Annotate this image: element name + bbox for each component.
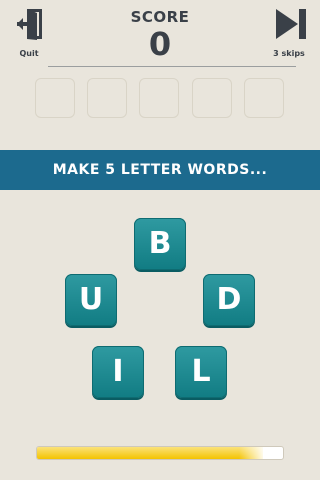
skip-button[interactable]: 3 skips bbox=[264, 6, 314, 60]
timer-bar bbox=[36, 446, 284, 460]
letter-tile-u[interactable]: U bbox=[65, 274, 117, 326]
letter-tile-l[interactable]: L bbox=[175, 346, 227, 398]
instruction-banner: MAKE 5 LETTER WORDS... bbox=[0, 150, 320, 190]
timer-fill bbox=[37, 447, 264, 459]
answer-slot-1 bbox=[35, 78, 75, 118]
skips-remaining-label: 3 skips bbox=[273, 49, 305, 58]
tile-letter: L bbox=[191, 354, 211, 389]
letter-tile-b[interactable]: B bbox=[134, 218, 186, 270]
instruction-text: MAKE 5 LETTER WORDS... bbox=[52, 162, 268, 178]
answer-slot-3 bbox=[139, 78, 179, 118]
header-divider bbox=[48, 66, 296, 67]
tile-letter: U bbox=[78, 282, 104, 317]
tile-letter: B bbox=[148, 226, 172, 261]
answer-slot-5 bbox=[244, 78, 284, 118]
letter-tile-i[interactable]: I bbox=[92, 346, 144, 398]
timer-glow bbox=[239, 447, 264, 459]
tile-letter: I bbox=[112, 354, 124, 389]
answer-slot-4 bbox=[192, 78, 232, 118]
answer-slot-2 bbox=[87, 78, 127, 118]
answer-slots bbox=[35, 78, 285, 120]
letter-tile-d[interactable]: D bbox=[203, 274, 255, 326]
tile-letter: D bbox=[216, 282, 242, 317]
skip-forward-icon bbox=[276, 9, 306, 39]
